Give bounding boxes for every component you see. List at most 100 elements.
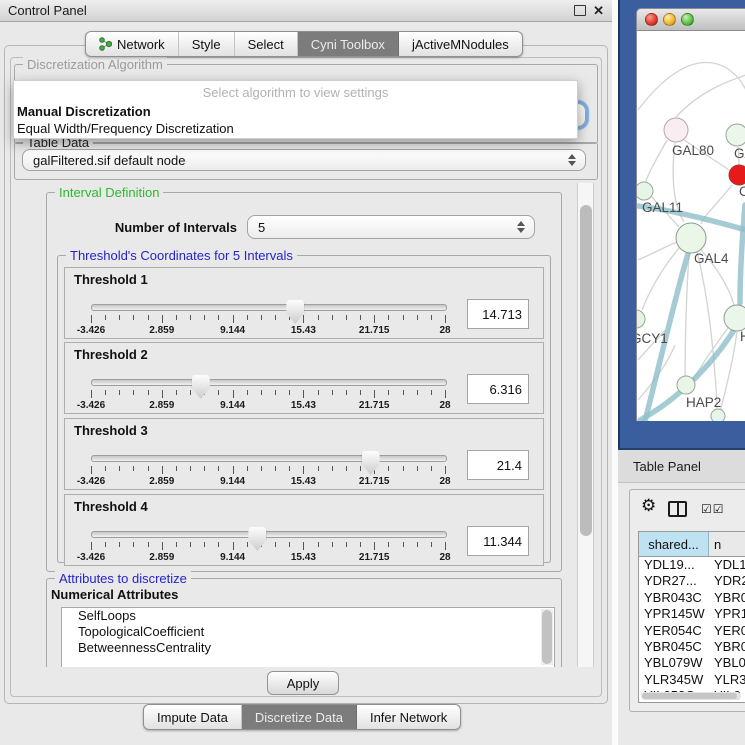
table-cell-shared-name[interactable]: YLR345W xyxy=(639,672,709,688)
tab-select[interactable]: Select xyxy=(235,32,298,56)
table-cell-name[interactable]: YDL1 xyxy=(709,557,745,573)
table-row[interactable]: YBL079WYBL0 xyxy=(639,655,745,671)
table-row[interactable]: YBR043CYBR0 xyxy=(639,590,745,606)
network-node-bottom-node[interactable] xyxy=(711,409,725,421)
slider-tick xyxy=(233,466,234,474)
slider-tick-label: 2.859 xyxy=(149,325,174,336)
slider-tick xyxy=(374,542,375,550)
settings-scrollbar-thumb[interactable] xyxy=(580,205,592,536)
network-node-gcy1-node[interactable] xyxy=(637,310,645,328)
slider-tick xyxy=(417,466,418,471)
combo-arrows-icon xyxy=(517,221,525,233)
tab-jactivemnodules[interactable]: jActiveMNodules xyxy=(399,32,522,56)
slider-tick-label: 2.859 xyxy=(149,552,174,563)
select-rows-checkbox-icons[interactable]: ☑☑ xyxy=(701,502,725,516)
table-row[interactable]: YDL19...YDL1 xyxy=(639,557,745,573)
settings-scrollbar[interactable] xyxy=(577,183,594,667)
attributes-scrollbar-thumb[interactable] xyxy=(542,610,552,664)
slider-tick xyxy=(133,390,134,395)
threshold-slider-thumb[interactable] xyxy=(248,527,266,551)
table-row[interactable]: YBR045CYBR0 xyxy=(639,639,745,655)
float-window-icon[interactable] xyxy=(574,5,586,16)
apply-button[interactable]: Apply xyxy=(267,671,339,695)
application-window: Control Panel ✕ Network Style Select Cy xyxy=(0,0,745,745)
tab-style[interactable]: Style xyxy=(179,32,235,56)
column-header-shared-name[interactable]: shared... xyxy=(639,532,709,557)
threshold-slider-thumb[interactable] xyxy=(192,375,210,399)
table-cell-name[interactable]: YPR1 xyxy=(709,606,745,622)
table-cell-shared-name[interactable]: YBR043C xyxy=(639,590,709,606)
network-node-label: GCY1 xyxy=(637,331,668,346)
column-selector-icon[interactable] xyxy=(668,501,687,517)
table-data-combobox[interactable]: galFiltered.sif default node xyxy=(22,149,586,171)
slider-tick xyxy=(105,466,106,471)
threshold-slider-thumb[interactable] xyxy=(362,451,380,475)
tab-infer-network[interactable]: Infer Network xyxy=(357,705,460,729)
slider-tick xyxy=(105,390,106,395)
table-cell-name[interactable]: YER0 xyxy=(709,623,745,639)
network-node-hap2-node[interactable] xyxy=(677,376,695,394)
tab-impute-data[interactable]: Impute Data xyxy=(144,705,242,729)
threshold-slider-track[interactable] xyxy=(91,531,447,538)
table-row[interactable]: YDR27...YDR2 xyxy=(639,573,745,589)
table-cell-shared-name[interactable]: YPR145W xyxy=(639,606,709,622)
table-settings-gear-icon[interactable]: ⚙ xyxy=(641,498,656,515)
network-node-top-right-node[interactable] xyxy=(726,124,745,146)
attribute-list-item[interactable]: TopologicalCoefficient xyxy=(62,624,554,640)
network-node-red-node[interactable] xyxy=(729,165,745,185)
threshold-value-field[interactable]: 11.344 xyxy=(467,526,529,556)
slider-tick xyxy=(204,466,205,471)
zoom-traffic-light[interactable] xyxy=(681,13,694,26)
table-row[interactable]: YER054CYER0 xyxy=(639,623,745,639)
table-cell-shared-name[interactable]: YER054C xyxy=(639,623,709,639)
network-node-gal80-node[interactable] xyxy=(664,118,688,142)
table-cell-name[interactable]: YBR0 xyxy=(709,590,745,606)
attribute-list-item[interactable]: SelfLoops xyxy=(62,608,554,624)
table-cell-name[interactable]: YDR2 xyxy=(709,573,745,589)
table-cell-shared-name[interactable]: YBL079W xyxy=(639,655,709,671)
threshold-slider-track[interactable] xyxy=(91,455,447,462)
tab-discretize-data[interactable]: Discretize Data xyxy=(242,705,357,729)
control-panel-titlebar: Control Panel ✕ xyxy=(0,0,612,22)
close-icon[interactable]: ✕ xyxy=(593,4,604,17)
slider-tick xyxy=(162,390,163,398)
table-horizontal-scrollbar-thumb[interactable] xyxy=(642,693,737,699)
threshold-panel: Threshold 3-3.4262.8599.14415.4321.71528… xyxy=(64,418,544,490)
threshold-slider-track[interactable] xyxy=(91,379,447,386)
threshold-slider-thumb[interactable] xyxy=(286,300,304,324)
table-row[interactable]: YLR345WYLR3 xyxy=(639,672,745,688)
attribute-list-item[interactable]: BetweennessCentrality xyxy=(62,640,554,656)
table-cell-shared-name[interactable]: YDR27... xyxy=(639,573,709,589)
slider-tick xyxy=(148,542,149,547)
close-traffic-light[interactable] xyxy=(645,13,658,26)
dropdown-option-manual[interactable]: Manual Discretization xyxy=(14,103,577,120)
network-node-left-node[interactable] xyxy=(637,182,653,200)
network-view-canvas[interactable]: GAL80GACGAL11GAL4GCY1HHAP2 xyxy=(636,31,745,421)
table-horizontal-scrollbar[interactable] xyxy=(641,692,741,700)
tab-cyni-toolbox[interactable]: Cyni Toolbox xyxy=(298,32,399,56)
network-node-gal4-node[interactable] xyxy=(676,223,706,253)
slider-tick xyxy=(247,466,248,471)
slider-tick xyxy=(332,466,333,471)
table-cell-shared-name[interactable]: YBR045C xyxy=(639,639,709,655)
threshold-value-field[interactable]: 21.4 xyxy=(467,450,529,480)
tab-network[interactable]: Network xyxy=(86,32,179,56)
slider-tick-label: 15.43 xyxy=(291,325,316,336)
attributes-list-scrollbar[interactable] xyxy=(541,609,553,665)
slider-tick xyxy=(233,315,234,323)
threshold-value-field[interactable]: 6.316 xyxy=(467,374,529,404)
dropdown-option-equal-width[interactable]: Equal Width/Frequency Discretization xyxy=(14,120,577,137)
table-cell-name[interactable]: YLR3 xyxy=(709,672,745,688)
table-cell-shared-name[interactable]: YDL19... xyxy=(639,557,709,573)
threshold-slider-track[interactable] xyxy=(91,304,447,311)
network-node-h-node[interactable] xyxy=(724,305,745,331)
table-row[interactable]: YPR145WYPR1 xyxy=(639,606,745,622)
slider-tick-label: 21.715 xyxy=(359,476,390,487)
table-cell-name[interactable]: YBL0 xyxy=(709,655,745,671)
slider-tick xyxy=(403,315,404,320)
minimize-traffic-light[interactable] xyxy=(663,13,676,26)
number-of-intervals-combobox[interactable]: 5 xyxy=(247,215,535,239)
column-header-name[interactable]: n xyxy=(709,532,745,557)
table-cell-name[interactable]: YBR0 xyxy=(709,639,745,655)
threshold-value-field[interactable]: 14.713 xyxy=(467,299,529,329)
